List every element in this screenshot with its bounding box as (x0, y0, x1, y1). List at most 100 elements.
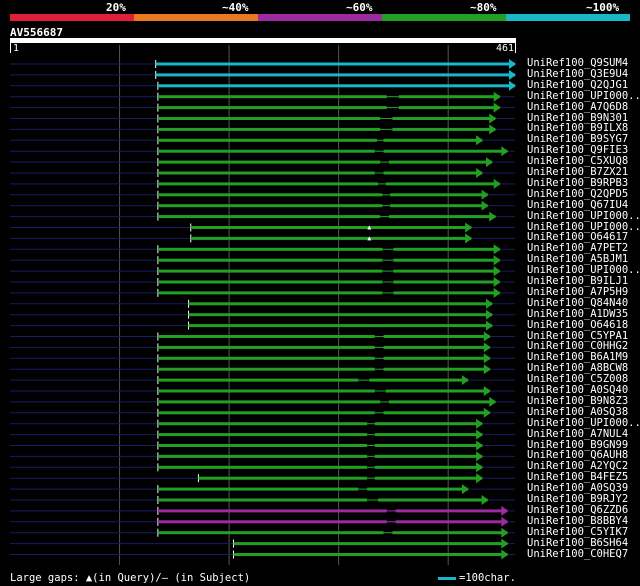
hit-alignment-bar[interactable] (157, 367, 375, 371)
hit-alignment-bar[interactable] (393, 280, 500, 284)
hit-alignment-bar[interactable] (157, 454, 368, 458)
hit-alignment-bar[interactable] (157, 433, 368, 437)
hit-alignment-bar[interactable] (157, 487, 359, 491)
hit-alignment-bar[interactable] (157, 498, 368, 502)
hit-alignment-bar[interactable] (157, 444, 368, 447)
hit-alignment-bar[interactable] (157, 531, 384, 535)
hit-alignment-bar[interactable] (374, 476, 483, 480)
hit-alignment-bar[interactable] (157, 193, 383, 197)
hit-label[interactable]: UniRef100_A7Q6D8 (527, 101, 628, 113)
hit-alignment-bar[interactable] (383, 345, 490, 349)
hit-alignment-bar[interactable] (157, 422, 368, 426)
hit-alignment-bar[interactable] (374, 454, 483, 458)
hit-alignment-bar[interactable] (392, 127, 496, 131)
hit-alignment-bar[interactable] (190, 226, 472, 229)
hit-alignment-bar[interactable] (157, 400, 381, 404)
hit-alignment-bar[interactable] (157, 215, 381, 219)
hit-alignment-bar[interactable] (157, 345, 375, 349)
hit-alignment-bar[interactable] (157, 138, 377, 142)
hit-alignment-bar[interactable] (155, 73, 515, 77)
hit-label[interactable]: UniRef100_UPI000... (527, 210, 640, 222)
hit-alignment-bar[interactable] (395, 520, 508, 524)
hit-arrow-icon (493, 277, 501, 287)
hit-alignment-bar[interactable] (374, 422, 483, 426)
hit-alignment-bar[interactable] (188, 324, 492, 328)
hit-alignment-bar[interactable] (233, 553, 508, 556)
hit-alignment-bar[interactable] (157, 411, 375, 415)
hit-alignment-bar[interactable] (385, 389, 490, 393)
hit-alignment-bar[interactable] (389, 400, 496, 404)
hit-alignment-bar[interactable] (157, 258, 383, 262)
hit-arrow-icon (476, 418, 484, 429)
hit-alignment-bar[interactable] (157, 247, 383, 251)
hit-alignment-bar[interactable] (198, 476, 368, 480)
hit-alignment-bar[interactable] (389, 215, 496, 219)
hit-alignment-bar[interactable] (383, 335, 490, 338)
hit-alignment-bar[interactable] (392, 531, 508, 535)
hit-label[interactable]: UniRef100_C0HEQ7 (527, 548, 628, 560)
hit-label[interactable]: UniRef100_O64618 (527, 319, 628, 331)
hit-alignment-bar[interactable] (367, 487, 468, 491)
hit-alignment-bar[interactable] (383, 356, 490, 360)
hit-alignment-bar[interactable] (383, 138, 483, 142)
hit-alignment-bar[interactable] (157, 117, 381, 120)
hit-alignment-bar[interactable] (395, 509, 508, 513)
hit-alignment-bar[interactable] (393, 269, 500, 273)
hit-alignment-bar[interactable] (157, 160, 381, 164)
hit-alignment-bar[interactable] (157, 520, 387, 524)
scale-label: =100char. (459, 572, 516, 584)
hit-arrow-icon (493, 91, 501, 102)
hit-alignment-bar[interactable] (374, 465, 483, 469)
hit-alignment-bar[interactable] (157, 95, 387, 99)
hit-alignment-bar[interactable] (385, 182, 500, 186)
hit-alignment-bar[interactable] (157, 291, 383, 295)
hit-arrow-icon (501, 516, 509, 527)
hit-arrow-icon (509, 80, 516, 91)
hit-alignment-bar[interactable] (390, 193, 488, 197)
hit-alignment-bar[interactable] (157, 149, 375, 153)
hit-alignment-bar[interactable] (157, 335, 375, 338)
hit-alignment-bar[interactable] (157, 378, 359, 382)
hit-alignment-bar[interactable] (190, 236, 472, 240)
hit-alignment-bar[interactable] (378, 498, 488, 502)
hit-alignment-bar[interactable] (157, 182, 379, 186)
hit-alignment-bar[interactable] (390, 204, 488, 208)
hit-alignment-bar[interactable] (157, 280, 383, 284)
hit-alignment-bar[interactable] (383, 149, 508, 153)
hit-alignment-bar[interactable] (392, 117, 496, 120)
hit-alignment-bar[interactable] (157, 465, 368, 469)
hit-alignment-bar[interactable] (393, 247, 500, 251)
hit-label[interactable]: UniRef100_A7NUL4 (527, 428, 628, 440)
hit-arrow-icon (493, 266, 501, 277)
hit-alignment-bar[interactable] (157, 269, 383, 273)
hit-alignment-bar[interactable] (398, 106, 500, 110)
hit-alignment-bar[interactable] (157, 389, 375, 393)
hit-alignment-bar[interactable] (157, 84, 516, 88)
hit-arrow-icon (476, 135, 484, 146)
hit-alignment-bar[interactable] (157, 204, 383, 208)
hit-arrow-icon (485, 309, 493, 320)
hit-alignment-bar[interactable] (374, 433, 483, 437)
hit-alignment-bar[interactable] (157, 106, 387, 110)
hit-alignment-bar[interactable] (374, 444, 483, 447)
hit-label[interactable]: UniRef100_B6SH64 (527, 537, 628, 549)
hit-alignment-bar[interactable] (398, 95, 500, 99)
hit-alignment-bar[interactable] (393, 291, 500, 295)
hit-alignment-bar[interactable] (369, 378, 468, 382)
hit-alignment-bar[interactable] (188, 302, 492, 306)
hit-alignment-bar[interactable] (157, 509, 387, 513)
hit-alignment-bar[interactable] (393, 258, 500, 262)
hit-arrow-icon (501, 527, 509, 538)
hit-alignment-bar[interactable] (383, 411, 490, 415)
hit-arrow-icon (483, 331, 491, 342)
hit-alignment-bar[interactable] (389, 160, 492, 164)
hit-alignment-bar[interactable] (157, 356, 375, 360)
hit-alignment-bar[interactable] (233, 542, 508, 546)
hit-alignment-bar[interactable] (157, 171, 375, 175)
hit-alignment-bar[interactable] (383, 367, 490, 371)
hit-alignment-bar[interactable] (155, 62, 515, 66)
hit-arrow-icon (483, 407, 491, 418)
hit-alignment-bar[interactable] (157, 127, 381, 131)
hit-alignment-bar[interactable] (188, 313, 492, 317)
hit-alignment-bar[interactable] (383, 171, 483, 175)
